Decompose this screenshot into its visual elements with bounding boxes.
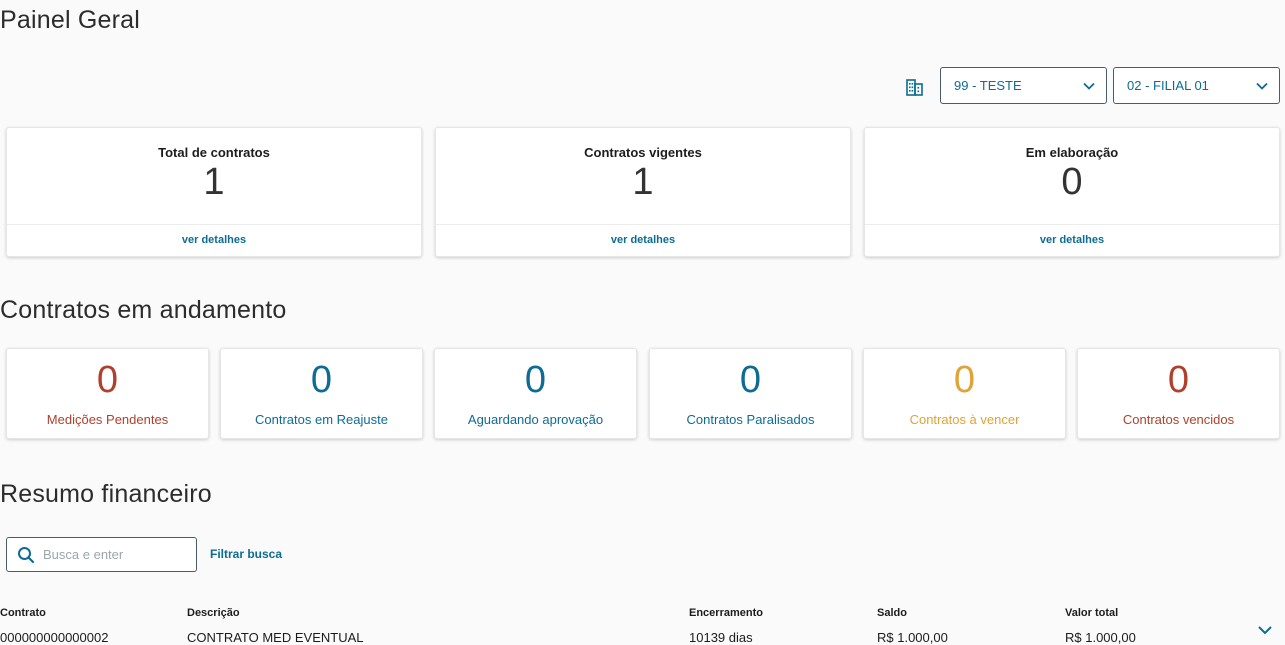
card-title: Contratos vigentes <box>584 145 702 160</box>
status-card-expiring[interactable]: 0 Contratos à vencer <box>863 348 1066 439</box>
page-title: Painel Geral <box>0 6 140 34</box>
section-title-financial: Resumo financeiro <box>0 480 212 508</box>
summary-card-drafting: Em elaboração 0 ver detalhes <box>864 127 1280 257</box>
chevron-down-icon <box>1083 82 1095 90</box>
company-select[interactable]: 99 - TESTE <box>940 67 1107 104</box>
status-value: 0 <box>96 359 119 401</box>
status-label: Medições Pendentes <box>46 412 169 427</box>
card-value: 0 <box>1061 161 1083 203</box>
filter-search-link[interactable]: Filtrar busca <box>210 547 282 561</box>
card-value: 1 <box>203 161 225 203</box>
details-link[interactable]: ver detalhes <box>7 234 421 246</box>
status-label: Aguardando aprovação <box>467 412 604 427</box>
status-label: Contratos vencidos <box>1122 412 1235 427</box>
status-card-readjustment[interactable]: 0 Contratos em Reajuste <box>220 348 423 439</box>
building-icon <box>906 79 923 96</box>
summary-card-active: Contratos vigentes 1 ver detalhes <box>435 127 851 257</box>
column-header-contract[interactable]: Contrato <box>0 607 46 619</box>
column-header-description[interactable]: Descrição <box>187 607 240 619</box>
divider <box>436 224 850 225</box>
status-value: 0 <box>310 359 333 401</box>
card-title: Total de contratos <box>158 145 270 160</box>
card-value: 1 <box>632 161 654 203</box>
status-value: 0 <box>739 359 762 401</box>
status-card-pending-measurements[interactable]: 0 Medições Pendentes <box>6 348 209 439</box>
status-label: Contratos à vencer <box>909 412 1020 427</box>
table-cell: 10139 dias <box>689 630 753 645</box>
table-cell: R$ 1.000,00 <box>877 630 948 645</box>
expand-row-icon[interactable] <box>1257 622 1273 638</box>
status-value: 0 <box>524 359 547 401</box>
divider <box>7 224 421 225</box>
status-value: 0 <box>1167 359 1190 401</box>
status-value: 0 <box>953 359 976 401</box>
divider <box>865 224 1279 225</box>
branch-select-value: 02 - FILIAL 01 <box>1127 78 1209 93</box>
status-card-paused[interactable]: 0 Contratos Paralisados <box>649 348 852 439</box>
section-title-in-progress: Contratos em andamento <box>0 296 287 324</box>
status-card-awaiting-approval[interactable]: 0 Aguardando aprovação <box>434 348 637 439</box>
column-header-end[interactable]: Encerramento <box>689 607 763 619</box>
column-header-balance[interactable]: Saldo <box>877 607 907 619</box>
summary-card-total: Total de contratos 1 ver detalhes <box>6 127 422 257</box>
search-box <box>6 537 197 572</box>
search-input[interactable] <box>43 547 183 562</box>
table-cell: R$ 1.000,00 <box>1065 630 1136 645</box>
search-icon <box>18 546 35 563</box>
status-card-expired[interactable]: 0 Contratos vencidos <box>1077 348 1280 439</box>
table-cell: 000000000000002 <box>0 630 109 645</box>
details-link[interactable]: ver detalhes <box>436 234 850 246</box>
column-header-total[interactable]: Valor total <box>1065 607 1118 619</box>
status-label: Contratos em Reajuste <box>255 412 388 427</box>
table-cell: CONTRATO MED EVENTUAL <box>187 630 364 645</box>
details-link[interactable]: ver detalhes <box>865 234 1279 246</box>
card-title: Em elaboração <box>1025 145 1119 160</box>
status-label: Contratos Paralisados <box>686 412 815 427</box>
chevron-down-icon <box>1256 82 1268 90</box>
company-select-value: 99 - TESTE <box>954 78 1022 93</box>
branch-select[interactable]: 02 - FILIAL 01 <box>1113 67 1280 104</box>
